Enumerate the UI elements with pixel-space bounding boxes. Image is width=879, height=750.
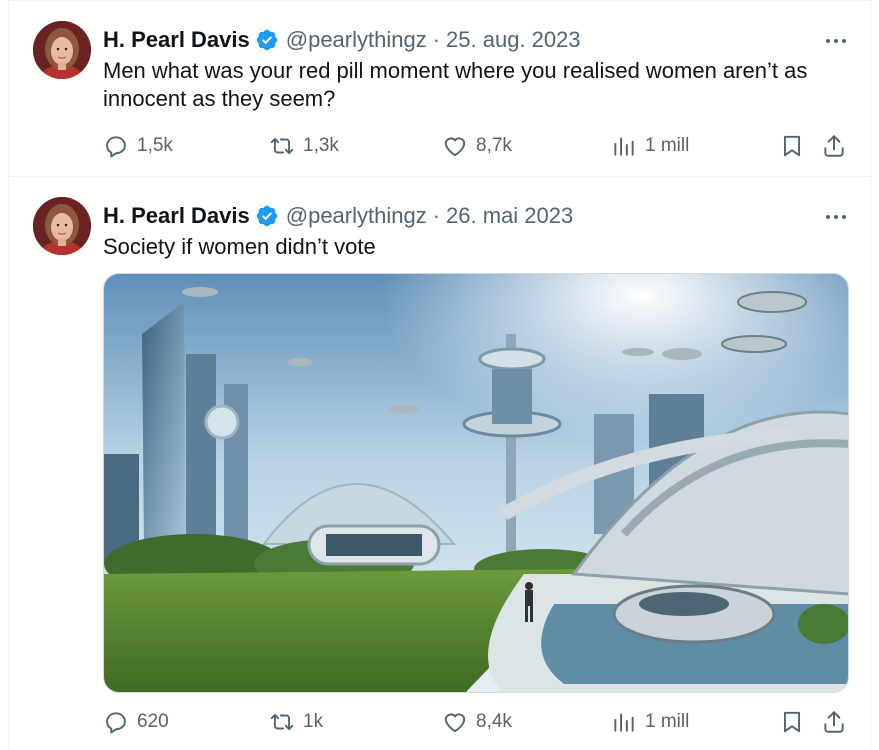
analytics-icon — [611, 133, 637, 159]
author-name[interactable]: H. Pearl Davis — [103, 23, 250, 57]
bookmark-icon — [779, 709, 805, 735]
more-options-icon[interactable] — [822, 203, 850, 231]
tweet-media-image[interactable] — [103, 273, 849, 693]
reply-button[interactable]: 620 — [103, 704, 169, 740]
retweet-count: 1,3k — [303, 135, 339, 156]
bookmark-button[interactable] — [779, 128, 805, 164]
avatar-image — [33, 21, 91, 79]
reply-button[interactable]: 1,5k — [103, 128, 173, 164]
views-button[interactable]: 1 mill — [611, 128, 689, 164]
views-count: 1 mill — [645, 711, 690, 732]
reply-count: 1,5k — [137, 135, 173, 156]
retweet-icon — [269, 133, 295, 159]
reply-icon — [103, 709, 129, 735]
bookmark-icon — [779, 133, 805, 159]
timeline: H. Pearl Davis @pearlythingz · 25. aug. … — [8, 0, 872, 750]
verified-badge-icon — [255, 28, 279, 52]
views-button[interactable]: 1 mill — [611, 704, 689, 740]
tweet-text: Society if women didn’t vote — [103, 234, 376, 259]
tweet[interactable]: H. Pearl Davis @pearlythingz · 26. mai 2… — [9, 177, 872, 750]
retweet-icon — [269, 709, 295, 735]
action-bar: 620 1k 8,4k 1 mill — [103, 704, 851, 740]
retweet-count: 1k — [303, 711, 324, 732]
action-bar: 1,5k 1,3k 8,7k 1 mill — [103, 128, 851, 164]
tweet-date[interactable]: 25. aug. 2023 — [446, 23, 581, 57]
tweet-text: Men what was your red pill moment where … — [103, 58, 808, 111]
share-icon — [821, 133, 847, 159]
heart-icon — [442, 133, 468, 159]
futuristic-city-image — [104, 274, 848, 692]
analytics-icon — [611, 709, 637, 735]
share-button[interactable] — [821, 704, 847, 740]
reply-icon — [103, 133, 129, 159]
share-icon — [821, 709, 847, 735]
author-name[interactable]: H. Pearl Davis — [103, 199, 250, 233]
tweet-date[interactable]: 26. mai 2023 — [446, 199, 573, 233]
like-button[interactable]: 8,4k — [442, 704, 512, 740]
separator: · — [432, 203, 441, 228]
tweet-header: H. Pearl Davis @pearlythingz · 26. mai 2… — [103, 199, 573, 233]
retweet-button[interactable]: 1k — [269, 704, 323, 740]
retweet-button[interactable]: 1,3k — [269, 128, 339, 164]
verified-badge-icon — [255, 204, 279, 228]
heart-icon — [442, 709, 468, 735]
like-button[interactable]: 8,7k — [442, 128, 512, 164]
author-handle[interactable]: @pearlythingz — [286, 199, 427, 233]
tweet-header: H. Pearl Davis @pearlythingz · 25. aug. … — [103, 23, 581, 57]
avatar[interactable] — [33, 21, 91, 79]
avatar-image — [33, 197, 91, 255]
separator: · — [432, 27, 441, 52]
more-options-icon[interactable] — [822, 27, 850, 55]
like-count: 8,4k — [476, 711, 512, 732]
like-count: 8,7k — [476, 135, 512, 156]
views-count: 1 mill — [645, 135, 690, 156]
tweet[interactable]: H. Pearl Davis @pearlythingz · 25. aug. … — [9, 0, 872, 177]
reply-count: 620 — [137, 711, 169, 732]
avatar[interactable] — [33, 197, 91, 255]
bookmark-button[interactable] — [779, 704, 805, 740]
author-handle[interactable]: @pearlythingz — [286, 23, 427, 57]
share-button[interactable] — [821, 128, 847, 164]
